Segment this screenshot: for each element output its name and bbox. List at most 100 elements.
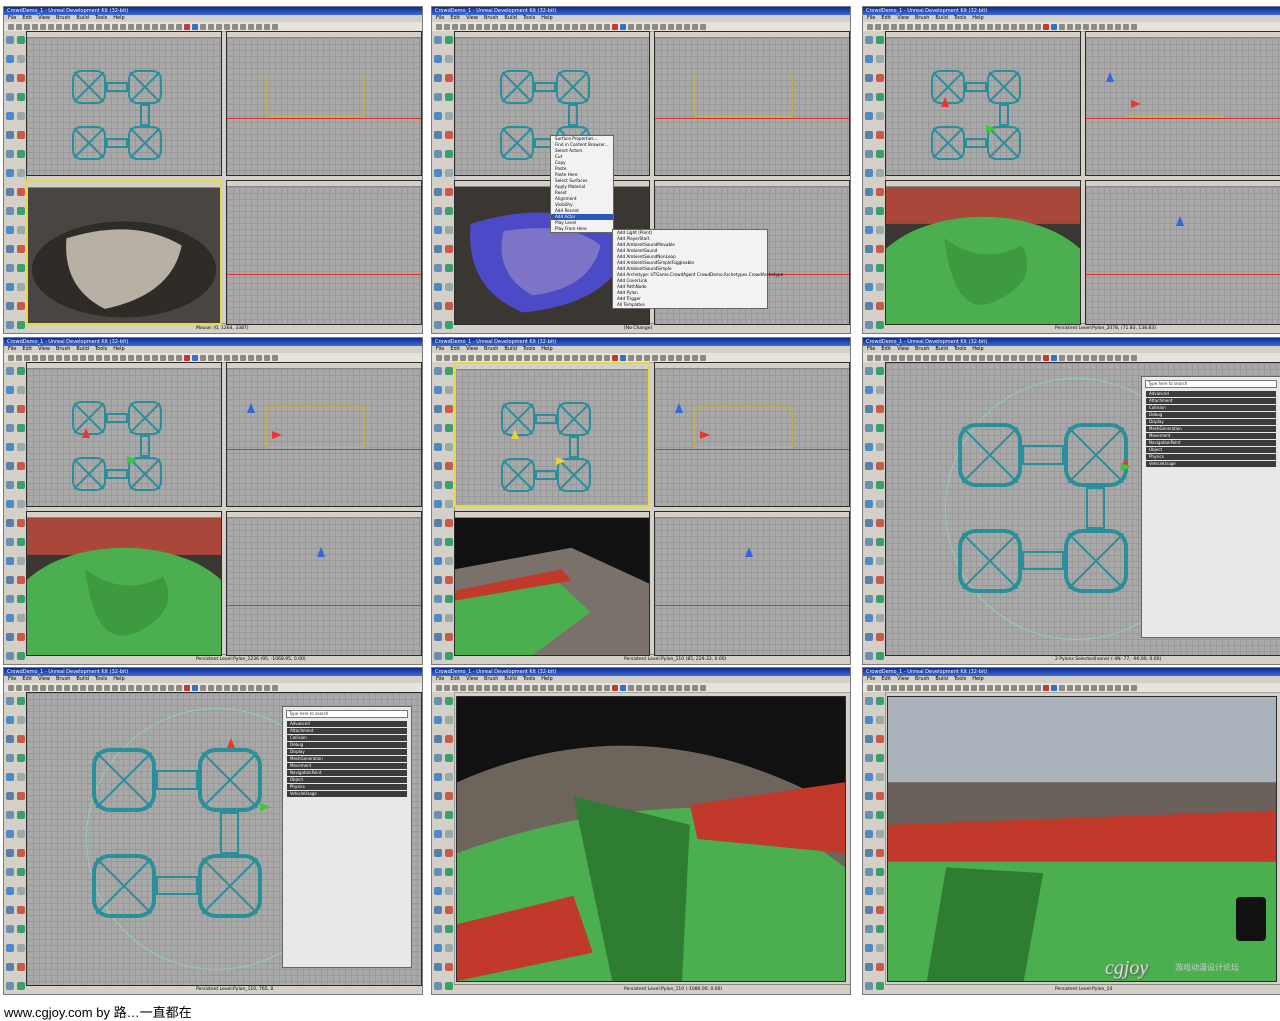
toolbar-button-icon[interactable]	[700, 684, 706, 691]
menu-build[interactable]: Build	[504, 346, 517, 353]
toolbar-button-icon[interactable]	[56, 354, 62, 361]
tool-icon[interactable]	[17, 576, 25, 584]
viewport-toolbar[interactable]	[27, 32, 221, 38]
toolbar-button-icon[interactable]	[436, 354, 442, 361]
tool-icon[interactable]	[17, 302, 25, 310]
toolbar-button-icon[interactable]	[939, 23, 945, 30]
toolbar-button-icon[interactable]	[56, 684, 62, 691]
tool-icon[interactable]	[6, 614, 14, 622]
tool-icon[interactable]	[17, 716, 25, 724]
toolbar-button-icon[interactable]	[1123, 354, 1129, 361]
toolbar-button-icon[interactable]	[1043, 684, 1049, 691]
tool-icon[interactable]	[876, 868, 884, 876]
toolbar-button-icon[interactable]	[1067, 684, 1073, 691]
tool-icon[interactable]	[865, 754, 873, 762]
tool-icon[interactable]	[865, 868, 873, 876]
tool-icon[interactable]	[865, 462, 873, 470]
transform-gizmo-y-arrow[interactable]	[941, 97, 949, 107]
tool-icon[interactable]	[17, 500, 25, 508]
tool-icon[interactable]	[17, 887, 25, 895]
toolbar-button-icon[interactable]	[272, 23, 278, 30]
toolbar-button-icon[interactable]	[867, 354, 873, 361]
toolbar-button-icon[interactable]	[1075, 684, 1081, 691]
toolbar-button-icon[interactable]	[452, 23, 458, 30]
tool-icon[interactable]	[6, 925, 14, 933]
toolbar-button-icon[interactable]	[947, 684, 953, 691]
toolbar-button-icon[interactable]	[1043, 354, 1049, 361]
tool-icon[interactable]	[434, 367, 442, 375]
nav-room-1[interactable]	[500, 70, 534, 104]
tool-icon[interactable]	[865, 226, 873, 234]
toolbar-button-icon[interactable]	[588, 23, 594, 30]
gizmo-x-arrow[interactable]	[700, 431, 710, 439]
tool-icon[interactable]	[876, 519, 884, 527]
toolbar-button-icon[interactable]	[136, 684, 142, 691]
tool-icon[interactable]	[865, 887, 873, 895]
tool-icon[interactable]	[876, 849, 884, 857]
tool-icon[interactable]	[445, 36, 453, 44]
nav-room-1[interactable]	[958, 423, 1022, 487]
transform-gizmo-y-arrow[interactable]	[82, 428, 90, 438]
tool-icon[interactable]	[865, 849, 873, 857]
property-category[interactable]: Display	[287, 749, 407, 755]
toolbar-button-icon[interactable]	[883, 684, 889, 691]
toolbar-button-icon[interactable]	[1107, 684, 1113, 691]
menu-view[interactable]: View	[38, 676, 50, 683]
tool-icon[interactable]	[6, 74, 14, 82]
property-category[interactable]: NavigationPoint	[1146, 440, 1276, 446]
nav-room-2[interactable]	[1063, 423, 1128, 487]
tool-icon[interactable]	[865, 405, 873, 413]
tool-icon[interactable]	[876, 773, 884, 781]
menu-build[interactable]: Build	[76, 676, 89, 683]
tool-icon[interactable]	[445, 321, 453, 329]
toolbar-button-icon[interactable]	[1019, 23, 1025, 30]
nav-room-1[interactable]	[72, 70, 106, 104]
toolbar-button-icon[interactable]	[1083, 354, 1089, 361]
tool-icon[interactable]	[17, 652, 25, 660]
perspective-viewport[interactable]	[887, 696, 1277, 982]
tool-icon[interactable]	[865, 576, 873, 584]
toolbar-button-icon[interactable]	[556, 354, 562, 361]
context-menu-item[interactable]: Play From Here	[551, 226, 613, 232]
toolbar-button-icon[interactable]	[891, 354, 897, 361]
toolbar-button-icon[interactable]	[200, 684, 206, 691]
toolbar-button-icon[interactable]	[112, 684, 118, 691]
toolbar-button-icon[interactable]	[516, 684, 522, 691]
toolbar-button-icon[interactable]	[104, 684, 110, 691]
tool-icon[interactable]	[876, 576, 884, 584]
tool-icon[interactable]	[865, 283, 873, 291]
toolbar-button-icon[interactable]	[48, 684, 54, 691]
toolbar-button-icon[interactable]	[492, 684, 498, 691]
tool-icon[interactable]	[865, 207, 873, 215]
tool-icon[interactable]	[865, 321, 873, 329]
tool-icon[interactable]	[445, 906, 453, 914]
toolbar-button-icon[interactable]	[444, 684, 450, 691]
tool-icon[interactable]	[17, 74, 25, 82]
tool-icon[interactable]	[6, 652, 14, 660]
toolbar-button-icon[interactable]	[652, 23, 658, 30]
tool-icon[interactable]	[6, 321, 14, 329]
menu-tools[interactable]: Tools	[95, 15, 107, 22]
perspective-scene[interactable]	[886, 181, 1080, 324]
tool-icon[interactable]	[434, 576, 442, 584]
transform-gizmo-x-arrow[interactable]	[260, 803, 270, 811]
tool-icon[interactable]	[6, 633, 14, 641]
tool-icon[interactable]	[865, 830, 873, 838]
tool-icon[interactable]	[17, 519, 25, 527]
toolbar-button-icon[interactable]	[452, 684, 458, 691]
toolbar-button-icon[interactable]	[660, 23, 666, 30]
toolbar-button-icon[interactable]	[32, 23, 38, 30]
nav-room-2[interactable]	[128, 70, 163, 104]
tool-icon[interactable]	[6, 576, 14, 584]
toolbar-button-icon[interactable]	[915, 23, 921, 30]
tool-icon[interactable]	[434, 207, 442, 215]
toolbar-button-icon[interactable]	[883, 23, 889, 30]
tool-icon[interactable]	[865, 519, 873, 527]
toolbar-button-icon[interactable]	[676, 354, 682, 361]
tool-icon[interactable]	[434, 849, 442, 857]
toolbar-button-icon[interactable]	[652, 684, 658, 691]
tool-icon[interactable]	[445, 982, 453, 990]
toolbar-button-icon[interactable]	[979, 684, 985, 691]
tool-icon[interactable]	[876, 614, 884, 622]
menu-file[interactable]: File	[8, 15, 16, 22]
